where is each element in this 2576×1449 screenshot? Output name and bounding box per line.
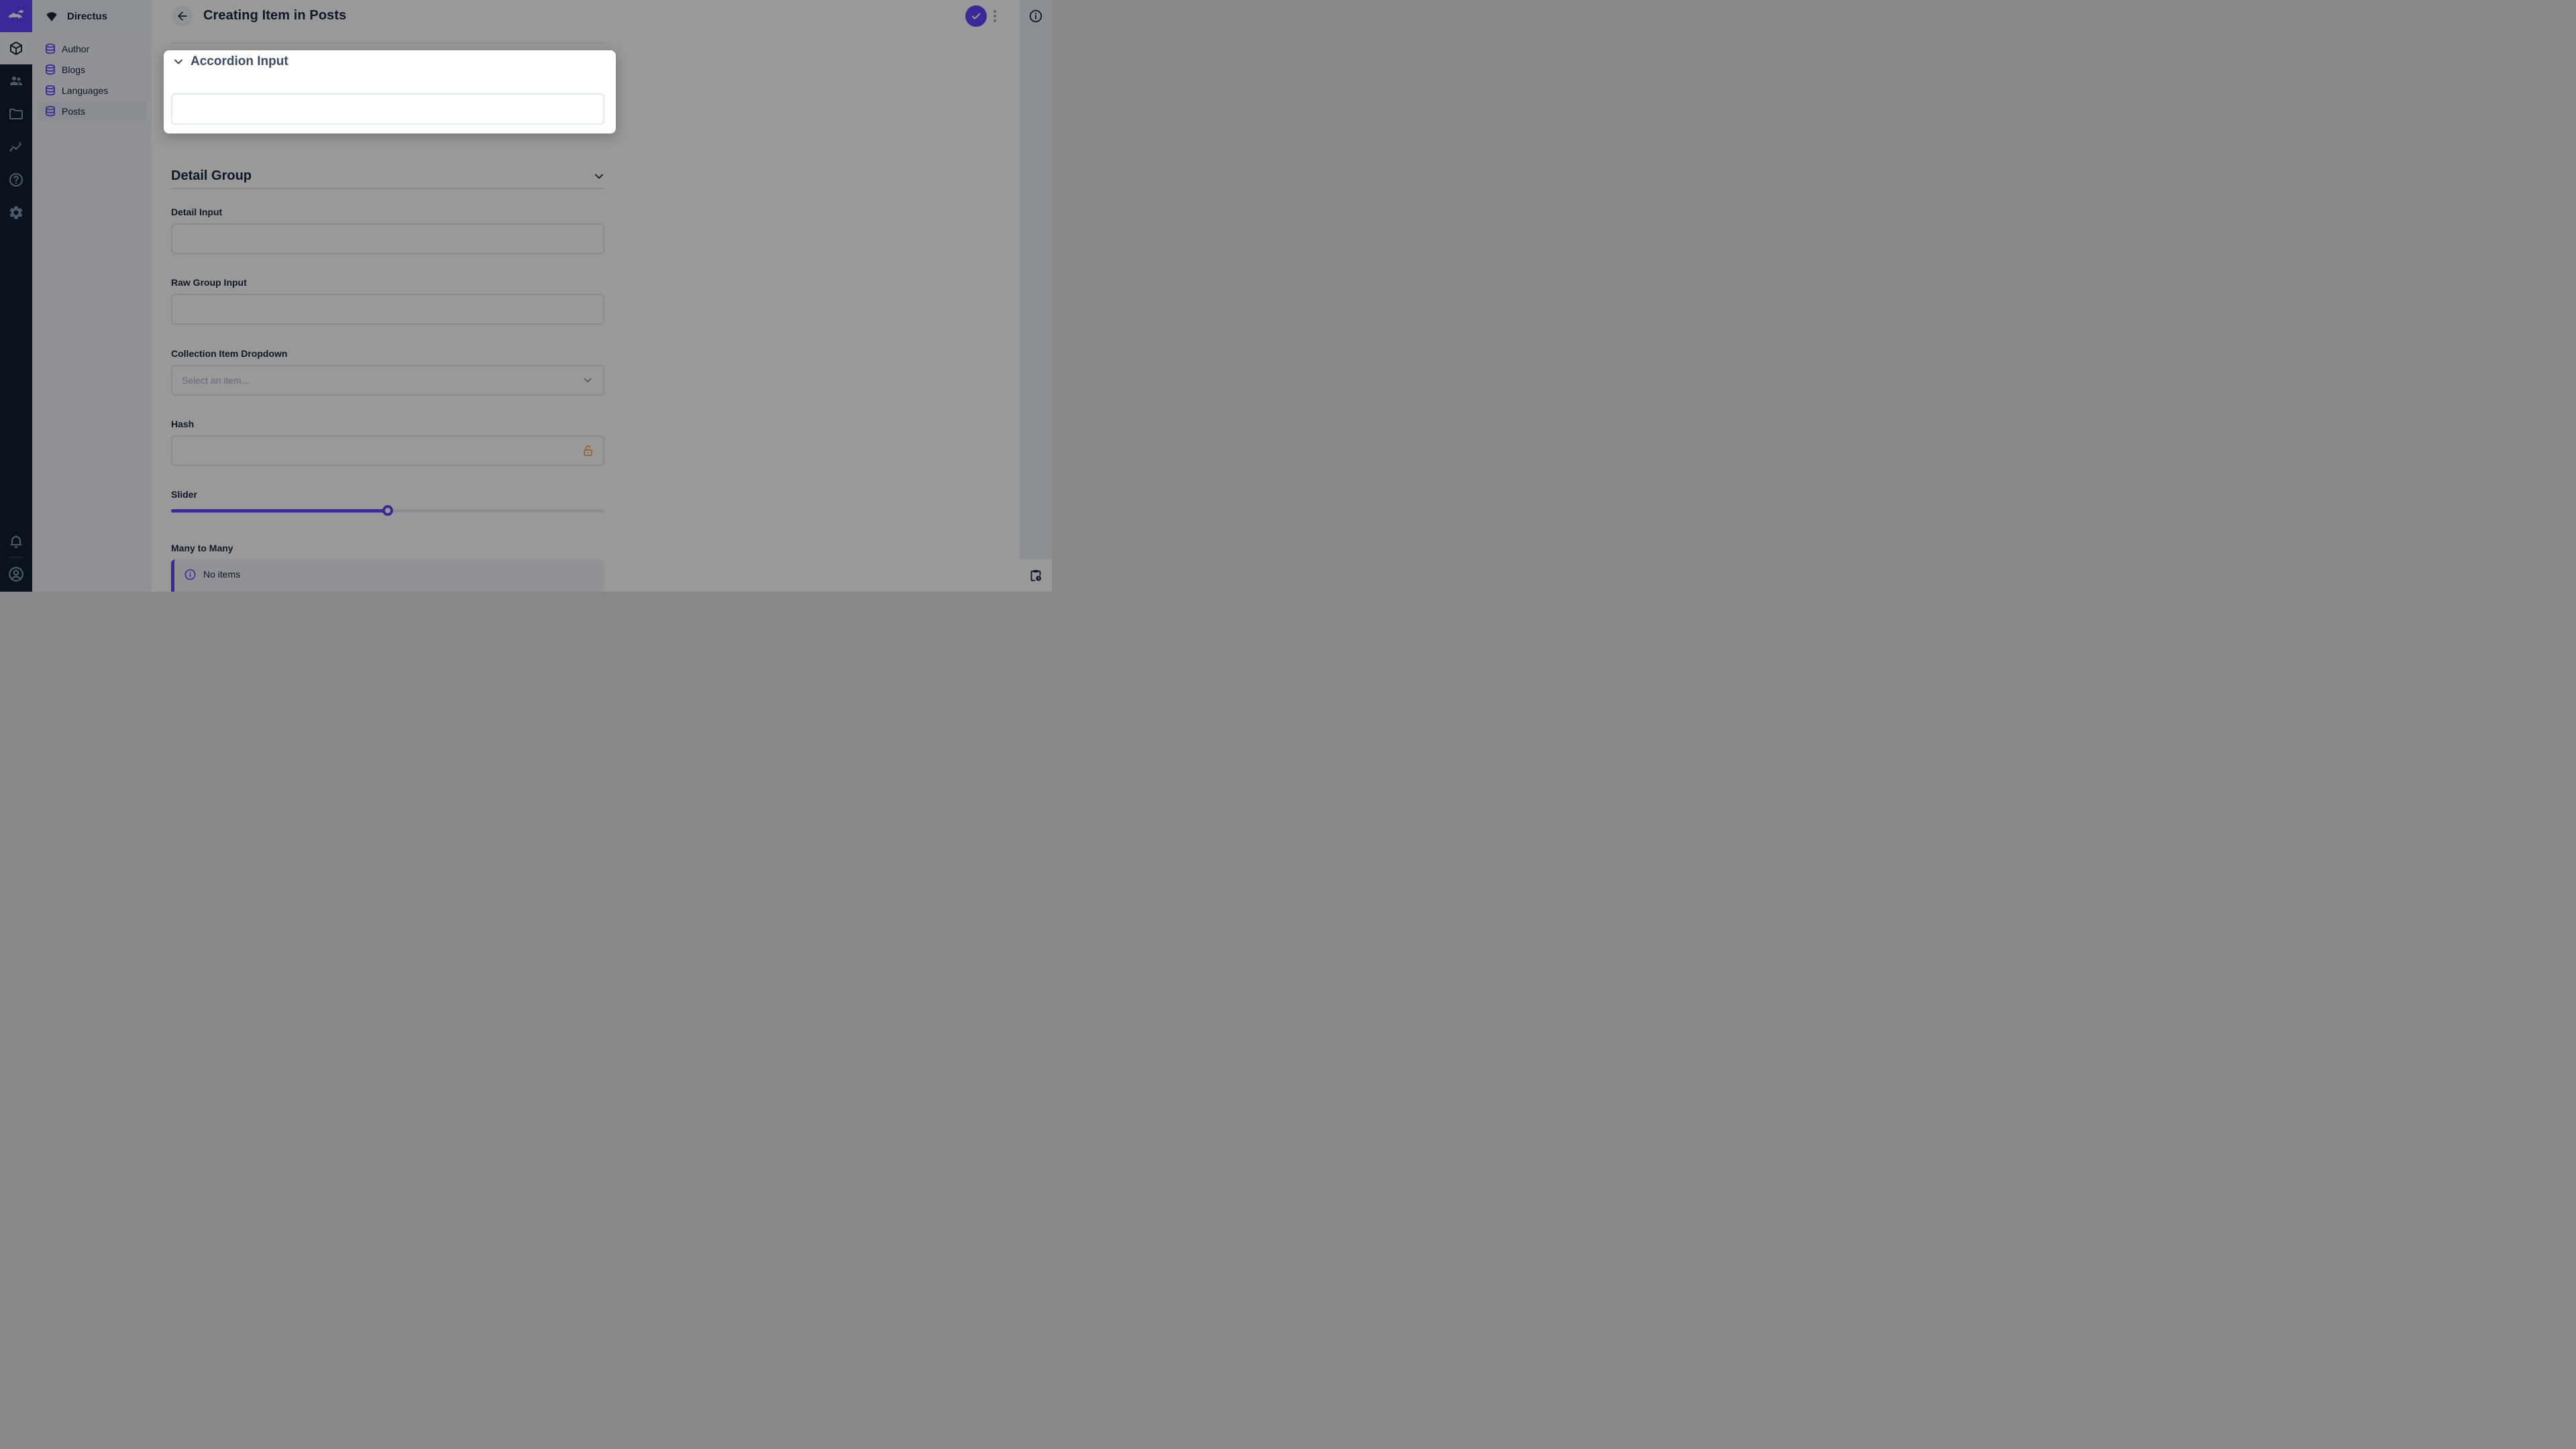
directus-rabbit-icon: [6, 6, 26, 26]
sidebar-item-author[interactable]: Author: [38, 39, 146, 59]
sidebar-item-posts[interactable]: Posts: [38, 101, 146, 121]
avatar-circle-icon: [7, 566, 25, 583]
slider-fill: [171, 509, 388, 513]
info-circle-icon: [1028, 9, 1043, 23]
page-title: Creating Item in Posts: [203, 8, 346, 23]
sidebar-item-blogs[interactable]: Blogs: [38, 60, 146, 80]
project-chooser[interactable]: Directus: [32, 0, 152, 32]
sidebar-item-label: Languages: [62, 85, 108, 96]
collections-sidebar: Directus Author Blogs: [32, 0, 152, 592]
sidebar-item-label: Blogs: [62, 64, 85, 75]
kebab-menu-icon[interactable]: [991, 8, 999, 24]
chart-sparkle-icon: [8, 139, 24, 155]
lock-open-icon: [582, 444, 595, 458]
many-to-many-label: Many to Many: [171, 543, 233, 553]
directus-logo-button[interactable]: [0, 0, 32, 32]
arrow-left-icon: [176, 9, 189, 23]
people-icon: [8, 73, 24, 89]
detail-group-title: Detail Group: [171, 168, 252, 184]
database-icon: [44, 64, 56, 76]
section-divider: [171, 188, 604, 189]
info-circle-icon: [184, 568, 197, 581]
detail-input-label: Detail Input: [171, 207, 222, 217]
slider-label: Slider: [171, 489, 197, 500]
dropdown-placeholder: Select an item...: [182, 375, 582, 386]
empty-items-text: No items: [203, 568, 240, 581]
raw-group-input-field[interactable]: [171, 294, 604, 325]
cube-icon: [8, 40, 24, 56]
clipboard-clock-icon: [1028, 568, 1043, 583]
collection-item-dropdown[interactable]: Select an item...: [171, 365, 604, 396]
hash-input-field[interactable]: [171, 435, 604, 466]
section-divider: [171, 42, 604, 44]
project-name: Directus: [67, 11, 107, 22]
detail-input-field[interactable]: [171, 223, 604, 254]
module-users-button[interactable]: [0, 65, 32, 97]
module-docs-button[interactable]: [0, 164, 32, 196]
chevron-down-icon[interactable]: [592, 170, 606, 183]
database-icon: [44, 43, 56, 55]
save-button[interactable]: [965, 5, 987, 27]
check-icon: [970, 10, 982, 22]
accordion-input-title: Accordion Input: [191, 54, 288, 69]
right-sidebar: [1020, 0, 1052, 592]
module-bar: [0, 0, 32, 592]
info-sidebar-button[interactable]: [1020, 0, 1052, 32]
database-icon: [44, 105, 56, 117]
module-files-button[interactable]: [0, 98, 32, 130]
many-to-many-empty-notice: No items: [171, 559, 604, 592]
hash-field-wrap: [171, 435, 604, 466]
database-icon: [44, 85, 56, 97]
chevron-down-icon[interactable]: [172, 55, 185, 68]
back-button[interactable]: [172, 6, 193, 26]
accordion-input-field[interactable]: [171, 93, 604, 125]
notifications-button[interactable]: [0, 525, 32, 557]
raw-group-input-label: Raw Group Input: [171, 277, 247, 288]
module-insights-button[interactable]: [0, 131, 32, 163]
gear-icon: [8, 205, 24, 221]
slider-handle[interactable]: [382, 505, 393, 516]
chevron-down-icon: [582, 374, 594, 386]
collection-item-dropdown-label: Collection Item Dropdown: [171, 348, 287, 359]
slider[interactable]: [171, 509, 604, 513]
hash-label: Hash: [171, 419, 194, 429]
page-header: Creating Item in Posts: [152, 0, 1020, 32]
folder-icon: [8, 106, 24, 122]
accordion-input-card: Accordion Input: [164, 50, 616, 133]
app-window: Directus Author Blogs: [0, 0, 1052, 592]
fan-icon: [44, 9, 59, 23]
bell-icon: [8, 533, 24, 549]
help-circle-icon: [8, 172, 24, 188]
revisions-sidebar-button[interactable]: [1020, 559, 1052, 592]
sidebar-item-label: Posts: [62, 106, 85, 117]
module-content-button[interactable]: [0, 32, 32, 64]
sidebar-item-label: Author: [62, 44, 89, 54]
sidebar-item-languages[interactable]: Languages: [38, 80, 146, 101]
account-button[interactable]: [0, 558, 32, 590]
module-settings-button[interactable]: [0, 197, 32, 229]
